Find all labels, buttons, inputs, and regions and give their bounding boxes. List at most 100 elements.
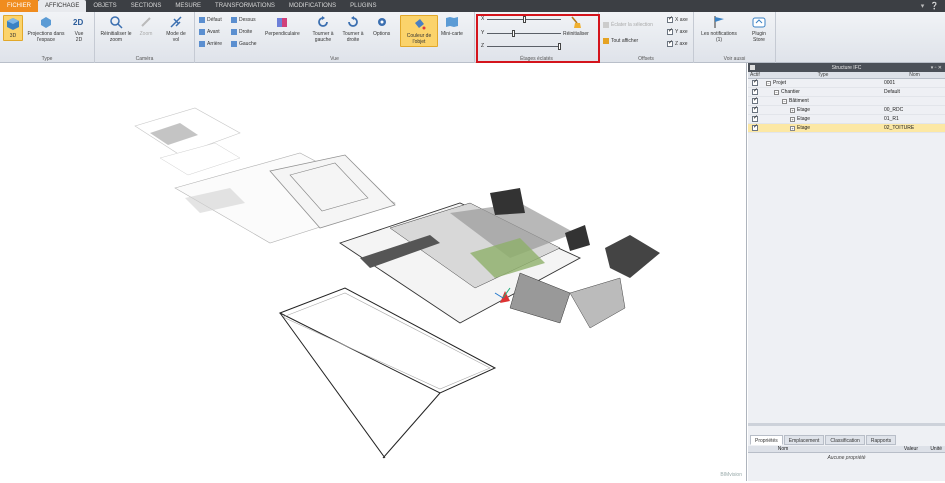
view-front-button[interactable]: Avant (199, 29, 220, 35)
type-group: 3D Projections dans l'espace 2D Vue 2D T… (0, 12, 95, 63)
top-view-icon (231, 17, 237, 23)
tab-modifications[interactable]: MODIFICATIONS (282, 0, 343, 12)
no-property-message: Aucune propriété (827, 455, 866, 461)
rotate-left-button[interactable]: Tourner à gauche (310, 15, 336, 43)
options-button[interactable]: Options (373, 15, 390, 37)
plugin-store-button[interactable]: Plugin Store (748, 15, 770, 43)
col-nom-header[interactable]: Nom (882, 72, 945, 78)
tree-row-projet[interactable]: −Projet 0001 (748, 78, 945, 88)
minimize-ribbon-icon[interactable]: ▾ (921, 2, 925, 10)
explode-selection-icon (603, 22, 609, 28)
minimap-button[interactable]: Mini-carte (441, 15, 463, 37)
flight-mode-button[interactable]: Mode de vol (165, 15, 187, 43)
3d-viewport[interactable]: BIMvision (0, 63, 747, 481)
tree-row-etage-rdc[interactable]: +Etage 00_RDC (748, 105, 945, 115)
left-view-icon (231, 41, 237, 47)
tree-row-chantier[interactable]: −Chantier Default (748, 87, 945, 97)
tab-classification[interactable]: Classification (825, 435, 865, 445)
prop-col-nom[interactable]: Nom (748, 446, 818, 452)
perpendicular-cube-icon (277, 18, 288, 27)
view-left-button[interactable]: Gauche (231, 41, 257, 47)
flag-icon (714, 16, 724, 28)
back-view-icon (199, 41, 205, 47)
object-color-button[interactable]: Couleur de l'objet (400, 15, 438, 47)
tab-sections[interactable]: SECTIONS (124, 0, 169, 12)
offsets-group: Éclater la sélection Tout afficher X axe… (599, 12, 694, 63)
view-default-button[interactable]: Défaut (199, 17, 222, 23)
offsets-group-label: Offsets (638, 56, 654, 62)
map-icon (445, 17, 458, 27)
tab-rapports[interactable]: Rapports (865, 435, 897, 445)
row-checkbox[interactable] (752, 87, 758, 95)
menu-bar: FICHIER AFFICHAGE OBJETS SECTIONS MESURE… (0, 0, 945, 12)
collapse-icon[interactable]: − (766, 80, 771, 86)
front-view-icon (199, 29, 205, 35)
row-checkbox[interactable] (752, 105, 758, 113)
collapse-icon[interactable]: − (774, 89, 779, 95)
cube-3d-icon (7, 18, 19, 30)
expand-icon[interactable]: + (790, 116, 795, 122)
row-checkbox[interactable] (752, 78, 758, 86)
tab-affichage[interactable]: AFFICHAGE (38, 0, 87, 12)
row-checkbox[interactable] (752, 96, 758, 104)
tree-row-etage-r1[interactable]: +Etage 01_R1 (748, 114, 945, 124)
x-axis-check[interactable] (667, 15, 673, 23)
ribbon: 3D Projections dans l'espace 2D Vue 2D T… (0, 12, 945, 63)
model-render (134, 107, 660, 459)
col-type-header[interactable]: Type (762, 72, 882, 78)
explode-selection-button[interactable]: Éclater la sélection (603, 22, 653, 28)
z-axis-checkbox[interactable]: Z axe (667, 39, 688, 47)
airplane-icon (170, 16, 182, 28)
tab-objets[interactable]: OBJETS (86, 0, 123, 12)
reset-zoom-button[interactable]: Réinitialiser le zoom (99, 15, 133, 43)
panel-controls-icon[interactable]: ▾ ▫ ✕ (931, 65, 942, 71)
view-back-button[interactable]: Arrière (199, 41, 222, 47)
view-3d-button[interactable]: 3D (3, 15, 23, 41)
space-projection-button[interactable]: Projections dans l'espace (26, 15, 66, 43)
expand-icon[interactable]: + (790, 107, 795, 113)
z-axis-check[interactable] (667, 39, 673, 47)
paint-bucket-icon (415, 19, 426, 30)
tab-fichier[interactable]: FICHIER (0, 0, 38, 12)
zoom-icon (141, 17, 151, 27)
prop-col-unite[interactable]: Unité (918, 446, 945, 452)
tab-proprietes[interactable]: Propriétés (750, 435, 783, 445)
svg-text:2D: 2D (73, 18, 83, 27)
exploded-floors-highlight (476, 14, 600, 63)
default-view-icon (199, 17, 205, 23)
y-axis-checkbox[interactable]: Y axe (667, 27, 688, 35)
floor-rdc (278, 188, 660, 459)
prop-col-valeur[interactable]: Valeur (818, 446, 918, 452)
row-checkbox[interactable] (752, 123, 758, 131)
expand-icon[interactable]: + (790, 125, 795, 131)
x-axis-checkbox[interactable]: X axe (667, 15, 688, 23)
tab-mesure[interactable]: MESURE (168, 0, 208, 12)
view-right-button[interactable]: Droite (231, 29, 252, 35)
view-group-label: Vue (330, 56, 339, 62)
collapse-icon[interactable]: − (782, 98, 787, 104)
perpendicular-button[interactable]: Perpendiculaire (265, 15, 300, 37)
tab-transformations[interactable]: TRANSFORMATIONS (208, 0, 282, 12)
help-icon[interactable]: ❔ (930, 2, 939, 10)
rotate-right-button[interactable]: Tourner à droite (340, 15, 366, 43)
zoom-button[interactable]: Zoom (139, 15, 153, 37)
type-group-label: Type (41, 56, 53, 62)
floor-toiture (134, 107, 241, 176)
view-2d-icon: 2D (73, 18, 83, 27)
tree-row-etage-toiture[interactable]: +Etage 02_TOITURE (748, 123, 945, 133)
show-all-icon (603, 38, 609, 44)
tab-emplacement[interactable]: Emplacement (783, 435, 825, 445)
tree-header: Actif Type Nom (748, 72, 945, 79)
row-checkbox[interactable] (752, 114, 758, 122)
notifications-button[interactable]: Les notifications (1) (699, 15, 739, 43)
projection-icon (41, 17, 51, 28)
y-axis-check[interactable] (667, 27, 673, 35)
view-2d-button[interactable]: 2D Vue 2D (72, 15, 86, 43)
panel-menu-icon[interactable] (750, 65, 755, 70)
panel-splitter[interactable] (748, 423, 945, 426)
show-all-button[interactable]: Tout afficher (603, 38, 638, 44)
tree-row-batiment[interactable]: −Bâtiment (748, 96, 945, 106)
see-also-label: Voir aussi (723, 56, 746, 62)
tab-plugins[interactable]: PLUGINS (343, 0, 383, 12)
view-top-button[interactable]: Dessus (231, 17, 256, 23)
